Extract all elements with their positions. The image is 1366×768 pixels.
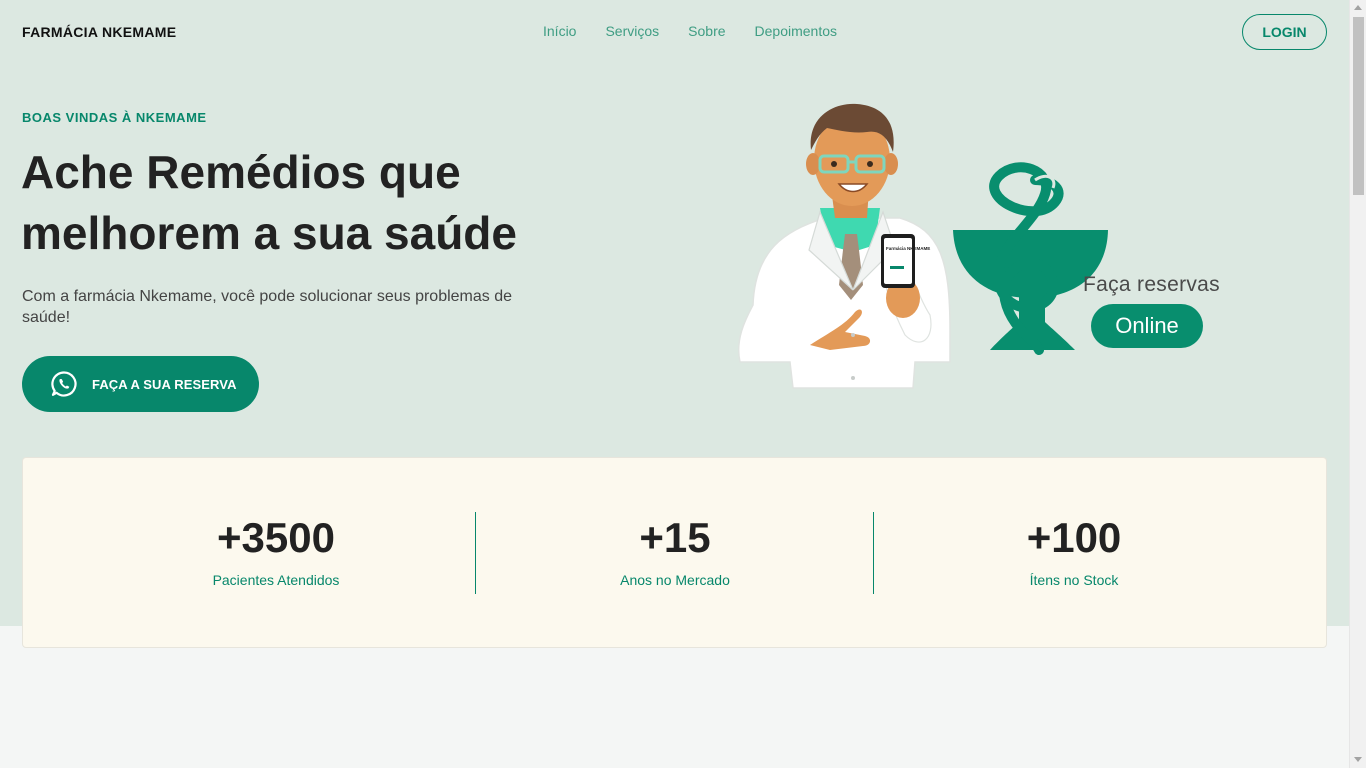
nav-link-servicos[interactable]: Serviços <box>605 23 659 39</box>
stat-value: +3500 <box>217 514 335 561</box>
page-scrollbar[interactable] <box>1349 0 1366 768</box>
svg-text:Farmácia NKEMAME: Farmácia NKEMAME <box>886 246 930 251</box>
stat-label: Pacientes Atendidos <box>212 572 340 588</box>
stat-items: +100 Ítens no Stock <box>894 514 1254 588</box>
stat-value: +15 <box>639 514 711 561</box>
nav-link-sobre[interactable]: Sobre <box>688 23 725 39</box>
reservation-button[interactable]: FAÇA A SUA RESERVA <box>22 356 259 412</box>
whatsapp-icon <box>50 370 78 398</box>
illustration-online-pill: Online <box>1091 304 1203 348</box>
brand-logo[interactable]: FARMÁCIA NKEMAME <box>22 24 176 40</box>
login-button[interactable]: LOGIN <box>1242 14 1327 50</box>
nav-link-depoimentos[interactable]: Depoimentos <box>755 23 838 39</box>
scroll-down-arrow-icon[interactable] <box>1354 757 1362 762</box>
main-nav: Início Serviços Sobre Depoimentos <box>543 23 837 39</box>
hero-lead: Com a farmácia Nkemame, você pode soluci… <box>22 288 513 326</box>
hero-eyebrow: BOAS VINDAS À NKEMAME <box>22 110 207 125</box>
reservation-button-label: FAÇA A SUA RESERVA <box>92 376 237 392</box>
hero-title: Ache Remédios que melhorem a sua saúde <box>21 146 517 259</box>
illustration-tagline: Faça reservas <box>1083 273 1220 296</box>
nav-link-inicio[interactable]: Início <box>543 23 576 39</box>
stat-divider <box>475 512 476 594</box>
pharmacist-illustration: Farmácia NKEMAME <box>738 103 1108 389</box>
stat-label: Anos no Mercado <box>620 572 730 588</box>
stat-label: Ítens no Stock <box>1029 572 1119 588</box>
stat-years: +15 Anos no Mercado <box>495 514 855 588</box>
scroll-up-arrow-icon[interactable] <box>1354 5 1362 10</box>
stat-divider <box>873 512 874 594</box>
stat-patients: +3500 Pacientes Atendidos <box>96 514 456 588</box>
scroll-thumb[interactable] <box>1353 17 1364 195</box>
stats-card: +3500 Pacientes Atendidos +15 Anos no Me… <box>22 457 1327 648</box>
stat-value: +100 <box>1026 514 1122 561</box>
